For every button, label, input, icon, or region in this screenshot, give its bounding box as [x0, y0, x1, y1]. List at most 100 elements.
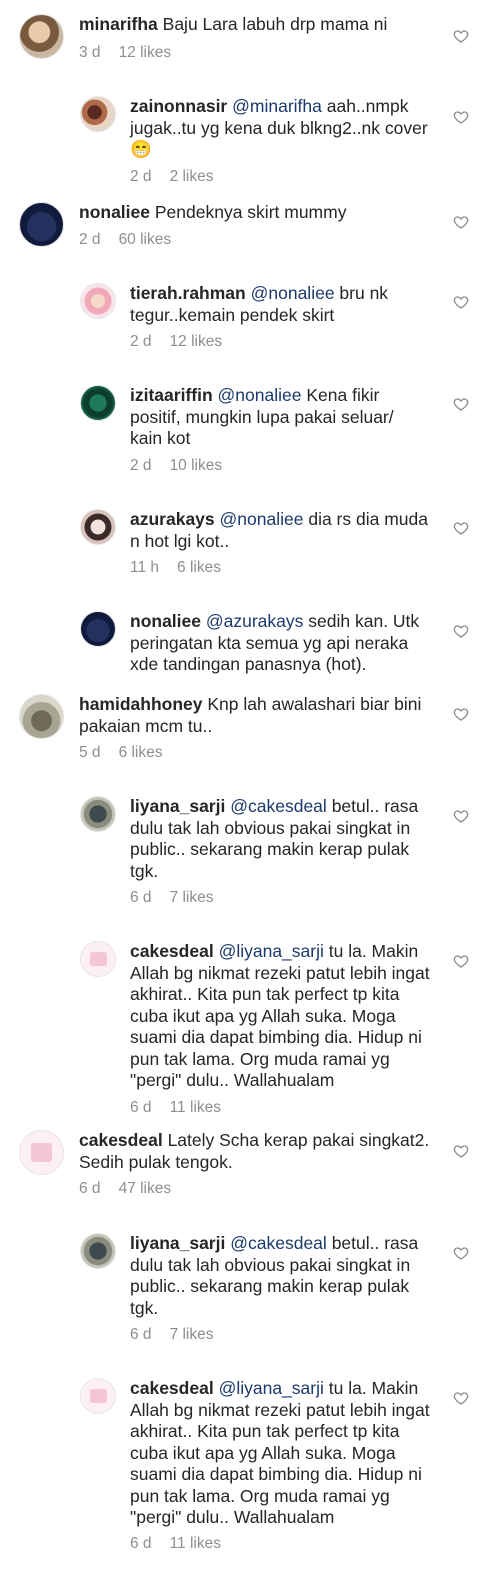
timestamp: 5 d [79, 744, 101, 761]
heart-outline-icon[interactable] [453, 294, 469, 310]
timestamp: 6 d [130, 1099, 152, 1116]
comment-text: cakesdeal @liyana_sarji tu la. Makin All… [130, 1378, 430, 1529]
comment-text: hamidahhoney Knp lah awalashari biar bin… [79, 694, 444, 737]
comment-text: nonaliee @azurakays sedih kan. Utk perin… [130, 611, 430, 676]
heart-outline-icon[interactable] [453, 109, 469, 125]
comment-text: izitaariffin @nonaliee Kena fikir positi… [130, 385, 430, 450]
comment-meta: 6 d 7 likes [130, 1326, 214, 1344]
username[interactable]: tierah.rahman [130, 283, 246, 303]
timestamp: 6 d [130, 889, 152, 906]
brand-logo [89, 951, 107, 967]
avatar[interactable] [19, 694, 64, 739]
heart-outline-icon[interactable] [453, 1245, 469, 1261]
heart-outline-icon[interactable] [453, 520, 469, 536]
mention-link[interactable]: @liyana_sarji [219, 1378, 324, 1398]
avatar[interactable] [80, 96, 116, 132]
mention-link[interactable]: @cakesdeal [230, 796, 327, 816]
like-count[interactable]: 11 likes [170, 1535, 221, 1552]
avatar[interactable] [80, 1378, 116, 1414]
timestamp: 6 d [130, 1326, 152, 1343]
mention-link[interactable]: @nonaliee [218, 385, 302, 405]
heart-outline-icon[interactable] [453, 214, 469, 230]
heart-outline-icon[interactable] [453, 953, 469, 969]
timestamp: 3 d [79, 44, 101, 61]
mention-link[interactable]: @nonaliee [251, 283, 335, 303]
username[interactable]: liyana_sarji [130, 796, 225, 816]
comment-meta: 6 d 7 likes [130, 889, 214, 907]
username[interactable]: hamidahhoney [79, 694, 203, 714]
comment-meta: 5 d 6 likes [79, 744, 163, 762]
avatar[interactable] [80, 1233, 116, 1269]
timestamp: 2 d [130, 168, 152, 185]
avatar[interactable] [19, 14, 64, 59]
like-count[interactable]: 2 likes [170, 168, 214, 185]
timestamp: 2 d [130, 457, 152, 474]
avatar[interactable] [80, 941, 116, 977]
heart-outline-icon[interactable] [453, 808, 469, 824]
comment-text: cakesdeal Lately Scha kerap pakai singka… [79, 1130, 444, 1173]
brand-logo [30, 1143, 53, 1162]
timestamp: 2 d [130, 333, 152, 350]
comment-text: cakesdeal @liyana_sarji tu la. Makin All… [130, 941, 430, 1092]
mention-link[interactable]: @azurakays [206, 611, 304, 631]
heart-outline-icon[interactable] [453, 1390, 469, 1406]
like-count[interactable]: 6 likes [119, 744, 163, 761]
mention-link[interactable]: @minarifha [232, 96, 322, 116]
timestamp: 2 d [79, 231, 101, 248]
comment-text: minarifha Baju Lara labuh drp mama ni [79, 14, 444, 36]
username[interactable]: nonaliee [130, 611, 201, 631]
comment-meta: 11 h 6 likes [130, 559, 221, 577]
like-count[interactable]: 47 likes [119, 1180, 172, 1197]
username[interactable]: nonaliee [79, 202, 150, 222]
like-count[interactable]: 11 likes [170, 1099, 221, 1116]
avatar[interactable] [80, 796, 116, 832]
username[interactable]: minarifha [79, 14, 158, 34]
avatar[interactable] [80, 385, 116, 421]
comment-text: liyana_sarji @cakesdeal betul.. rasa dul… [130, 1233, 430, 1319]
like-count[interactable]: 7 likes [170, 889, 214, 906]
comment-meta: 2 d 12 likes [130, 333, 222, 351]
like-count[interactable]: 60 likes [119, 231, 172, 248]
heart-outline-icon[interactable] [453, 28, 469, 44]
timestamp: 6 d [130, 1535, 152, 1552]
comment-text: zainonnasir @minarifha aah..nmpk jugak..… [130, 96, 430, 161]
comment-meta: 6 d 11 likes [130, 1535, 221, 1553]
like-count[interactable]: 12 likes [170, 333, 223, 350]
heart-outline-icon[interactable] [453, 623, 469, 639]
timestamp: 11 h [130, 559, 160, 576]
mention-link[interactable]: @nonaliee [220, 509, 304, 529]
like-count[interactable]: 10 likes [170, 457, 223, 474]
heart-outline-icon[interactable] [453, 706, 469, 722]
heart-outline-icon[interactable] [453, 1143, 469, 1159]
username[interactable]: zainonnasir [130, 96, 227, 116]
avatar[interactable] [19, 1130, 64, 1175]
avatar[interactable] [80, 283, 116, 319]
comment-body: Pendeknya skirt mummy [154, 202, 347, 222]
mention-link[interactable]: @cakesdeal [230, 1233, 327, 1253]
comment-text: nonaliee Pendeknya skirt mummy [79, 202, 444, 224]
comment-body: tu la. Makin Allah bg nikmat rezeki patu… [130, 1378, 430, 1527]
username[interactable]: izitaariffin [130, 385, 213, 405]
avatar[interactable] [19, 202, 64, 247]
comment-text: liyana_sarji @cakesdeal betul.. rasa dul… [130, 796, 430, 882]
comment-meta: 3 d 12 likes [79, 44, 171, 62]
like-count[interactable]: 6 likes [177, 559, 221, 576]
avatar[interactable] [80, 509, 116, 545]
comment-body: Baju Lara labuh drp mama ni [162, 14, 388, 34]
comment-meta: 2 d 10 likes [130, 457, 222, 475]
heart-outline-icon[interactable] [453, 396, 469, 412]
like-count[interactable]: 7 likes [170, 1326, 214, 1343]
username[interactable]: cakesdeal [130, 1378, 214, 1398]
comment-meta: 6 d 47 likes [79, 1180, 171, 1198]
username[interactable]: cakesdeal [79, 1130, 163, 1150]
brand-logo [89, 1388, 107, 1404]
username[interactable]: liyana_sarji [130, 1233, 225, 1253]
timestamp: 6 d [79, 1180, 101, 1197]
comment-meta: 6 d 11 likes [130, 1099, 221, 1117]
avatar[interactable] [80, 611, 116, 647]
username[interactable]: azurakays [130, 509, 215, 529]
mention-link[interactable]: @liyana_sarji [219, 941, 324, 961]
like-count[interactable]: 12 likes [119, 44, 172, 61]
username[interactable]: cakesdeal [130, 941, 214, 961]
comment-body: tu la. Makin Allah bg nikmat rezeki patu… [130, 941, 430, 1090]
